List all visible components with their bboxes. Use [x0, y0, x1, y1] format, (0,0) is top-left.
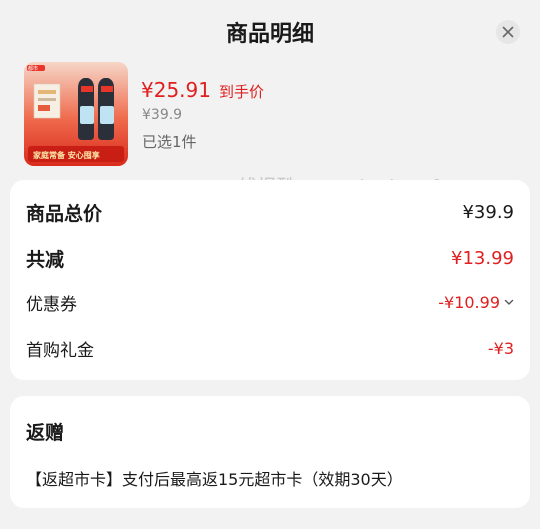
product-image[interactable]: 都市 家庭常备 安心囤享 [24, 62, 128, 166]
header: 商品明细 [0, 0, 540, 62]
coupon-value-wrap[interactable]: -¥10.99 [438, 293, 514, 312]
gift-title: 返赠 [26, 422, 65, 444]
gift-card: 返赠 【返超市卡】支付后最高返15元超市卡（效期30天） [10, 396, 530, 508]
final-price-tag: 到手价 [218, 83, 264, 101]
reduction-row: 共减 ¥13.99 [26, 244, 514, 272]
chevron-down-icon [504, 299, 514, 305]
page-title: 商品明细 [225, 22, 314, 47]
total-price-value: ¥39.9 [462, 201, 514, 223]
total-price-label: 商品总价 [26, 202, 103, 225]
close-button[interactable] [496, 20, 520, 44]
final-price-amount: ¥25.91 [141, 78, 211, 102]
coupon-row[interactable]: 优惠券 -¥10.99 [26, 288, 514, 316]
selected-count: 已选1件 [142, 133, 197, 151]
first-gift-value: -¥3 [487, 338, 514, 358]
gift-description: 【返超市卡】支付后最高返15元超市卡（效期30天） [26, 470, 403, 489]
reduction-label: 共减 [26, 248, 65, 271]
total-price-row: 商品总价 ¥39.9 [26, 198, 514, 226]
original-price: ¥39.9 [142, 107, 183, 123]
final-price: ¥25.91 到手价 [141, 78, 264, 102]
first-gift-label: 首购礼金 [26, 340, 94, 361]
reduction-value: ¥13.99 [451, 247, 514, 269]
coupon-label: 优惠券 [26, 294, 77, 315]
product-image-logo: 都市 [28, 66, 39, 72]
first-gift-row: 首购礼金 -¥3 [26, 334, 514, 362]
product-summary: 都市 家庭常备 安心囤享 ¥25.91 到手价 ¥39.9 已选1件 [24, 62, 524, 166]
close-icon [502, 26, 514, 38]
price-breakdown-card: 商品总价 ¥39.9 共减 ¥13.99 优惠券 -¥10.99 首购礼金 -¥… [10, 180, 530, 380]
coupon-value: -¥10.99 [438, 292, 500, 312]
product-image-banner: 家庭常备 安心囤享 [33, 151, 100, 160]
